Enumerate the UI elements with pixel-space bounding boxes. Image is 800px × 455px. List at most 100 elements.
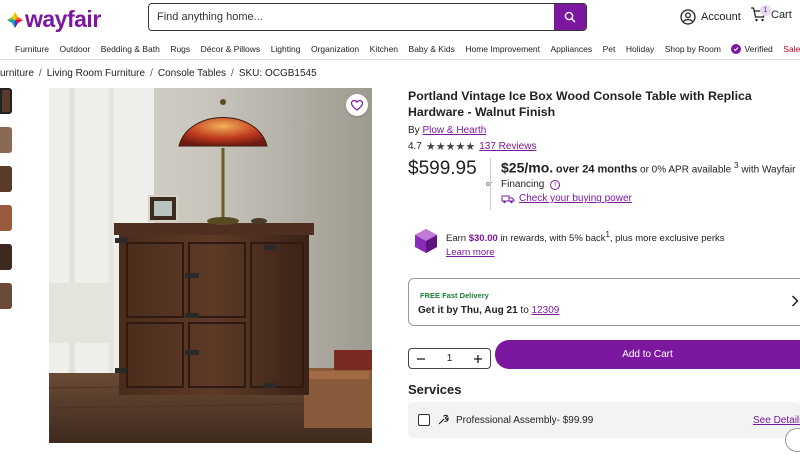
thumbnail-5[interactable] xyxy=(0,244,12,270)
info-icon[interactable]: i xyxy=(550,179,561,190)
verified-label: Verified xyxy=(744,43,773,54)
thumbnail-4[interactable] xyxy=(0,205,12,231)
verified-icon xyxy=(731,43,742,54)
monthly-term: over 24 months xyxy=(555,163,638,176)
services-heading: Services xyxy=(408,382,462,397)
category-shop-by-room[interactable]: Shop by Room xyxy=(665,44,721,54)
breadcrumb-sku: SKU: OCGB1545 xyxy=(238,68,317,79)
quantity-stepper: 1 xyxy=(408,348,491,369)
wrench-icon xyxy=(438,414,449,425)
rating-value: 4.7 xyxy=(408,141,422,152)
financing-offer: $25/mo. over 24 months or 0% APR availab… xyxy=(501,158,800,192)
logo-text: wayfair xyxy=(25,6,101,32)
cart-count-badge: 1 xyxy=(760,5,771,16)
rewards-text: Earn $30.00 in rewards, with 5% back1, p… xyxy=(446,228,800,260)
rating-row: 4.7 ★★★★★ 137 Reviews xyxy=(408,140,800,153)
zip-code-link[interactable]: 12309 xyxy=(532,305,560,316)
quantity-value[interactable]: 1 xyxy=(435,353,465,364)
thumbnail-1[interactable] xyxy=(0,88,12,114)
account-icon xyxy=(680,9,696,25)
category-home-improvement[interactable]: Home Improvement xyxy=(465,44,540,54)
category-lighting[interactable]: Lighting xyxy=(271,44,301,54)
monthly-price: $25/mo. xyxy=(501,159,554,176)
apr-footnote: 3 xyxy=(733,160,739,170)
category-bedding-bath[interactable]: Bedding & Bath xyxy=(101,44,160,54)
category-baby-kids[interactable]: Baby & Kids xyxy=(409,44,455,54)
add-to-favorites-button[interactable] xyxy=(346,94,368,116)
category-verified[interactable]: Verified xyxy=(731,43,773,54)
account-label: Account xyxy=(701,11,741,23)
category-sale[interactable]: Sale xyxy=(783,44,800,54)
category-decor-pillows[interactable]: Décor & Pillows xyxy=(201,44,261,54)
category-holiday[interactable]: Holiday xyxy=(626,44,654,54)
product-image[interactable] xyxy=(49,88,372,443)
product-brand-line: By Plow & Hearth xyxy=(408,125,800,136)
account-button[interactable]: Account xyxy=(680,9,741,25)
product-title: Portland Vintage Ice Box Wood Console Ta… xyxy=(408,89,752,119)
minus-icon xyxy=(417,357,425,360)
by-label: By xyxy=(408,125,420,136)
delivery-estimate: Get it by Thu, Aug 21 to 12309 xyxy=(418,305,559,316)
search-icon xyxy=(564,11,576,23)
category-furniture[interactable]: Furniture xyxy=(15,44,49,54)
service-option-assembly: Professional Assembly- $99.99 See Detail… xyxy=(408,402,800,438)
product-info: Portland Vintage Ice Box Wood Console Ta… xyxy=(408,88,800,153)
rewards-tail: , plus more exclusive perks xyxy=(609,233,725,245)
rewards-desc: in rewards, with 5% back xyxy=(500,233,606,245)
learn-more-link[interactable]: Learn more xyxy=(446,247,495,258)
top-bar: wayfair Account 1 Cart xyxy=(0,0,800,36)
delivery-to: to xyxy=(520,305,529,316)
price-divider xyxy=(490,158,491,210)
star-rating-icon: ★★★★★ xyxy=(425,141,476,153)
thumbnail-2[interactable] xyxy=(0,127,12,153)
assembly-checkbox[interactable] xyxy=(418,414,430,426)
category-rugs[interactable]: Rugs xyxy=(170,44,190,54)
free-delivery-badge: FREE Fast Delivery xyxy=(420,291,489,300)
search-button[interactable] xyxy=(554,4,586,30)
cart-label: Cart xyxy=(771,8,792,21)
add-to-cart-button[interactable]: Add to Cart xyxy=(495,340,800,369)
breadcrumb-furniture[interactable]: urniture xyxy=(0,68,34,79)
decrease-quantity-button[interactable] xyxy=(414,352,428,366)
reviews-link[interactable]: 137 Reviews xyxy=(479,141,536,152)
assembly-label: Professional Assembly- $99.99 xyxy=(456,414,594,426)
category-nav: Furniture Outdoor Bedding & Bath Rugs Dé… xyxy=(0,38,800,60)
wayfair-logo[interactable]: wayfair xyxy=(6,6,101,33)
cart-button[interactable]: 1 Cart xyxy=(750,5,792,22)
rewards-amount: $30.00 xyxy=(468,233,498,245)
category-pet[interactable]: Pet xyxy=(603,44,616,54)
rewards-gem-icon xyxy=(415,229,437,253)
product-photo-illustration xyxy=(49,88,372,443)
increase-quantity-button[interactable] xyxy=(471,352,485,366)
breadcrumb-separator: / xyxy=(231,68,234,79)
category-outdoor[interactable]: Outdoor xyxy=(60,44,91,54)
truck-icon xyxy=(501,195,515,203)
breadcrumb: urniture / Living Room Furniture / Console T… xyxy=(0,68,317,79)
category-organization[interactable]: Organization xyxy=(311,44,359,54)
check-buying-power-link[interactable]: Check your buying power xyxy=(501,193,632,204)
plus-icon xyxy=(474,354,482,363)
search-bar xyxy=(148,3,587,31)
breadcrumb-separator: / xyxy=(150,68,153,79)
chat-button[interactable] xyxy=(785,428,800,452)
brand-link[interactable]: Plow & Hearth xyxy=(422,125,486,136)
breadcrumb-separator: / xyxy=(38,68,42,79)
check-buying-power-label: Check your buying power xyxy=(519,193,632,204)
breadcrumb-console-tables[interactable]: Console Tables xyxy=(158,68,226,79)
rewards-earn: Earn xyxy=(446,233,467,245)
product-price: $599.95 xyxy=(408,158,477,179)
delivery-date: Get it by Thu, Aug 21 xyxy=(418,305,518,316)
chevron-right-icon xyxy=(791,295,799,307)
heart-icon xyxy=(351,99,363,111)
breadcrumb-living-room-furniture[interactable]: Living Room Furniture xyxy=(47,68,145,79)
see-details-link[interactable]: See Details xyxy=(753,415,800,426)
thumbnail-6[interactable] xyxy=(0,283,12,309)
search-input[interactable] xyxy=(149,4,554,30)
logo-pinwheel-icon xyxy=(7,11,23,28)
thumbnail-strip xyxy=(0,88,14,322)
shipping-option[interactable]: FREE Fast Delivery Get it by Thu, Aug 21… xyxy=(408,278,800,326)
apr-text: or 0% APR available xyxy=(640,164,732,176)
category-appliances[interactable]: Appliances xyxy=(550,44,592,54)
category-kitchen[interactable]: Kitchen xyxy=(370,44,398,54)
thumbnail-3[interactable] xyxy=(0,166,12,192)
